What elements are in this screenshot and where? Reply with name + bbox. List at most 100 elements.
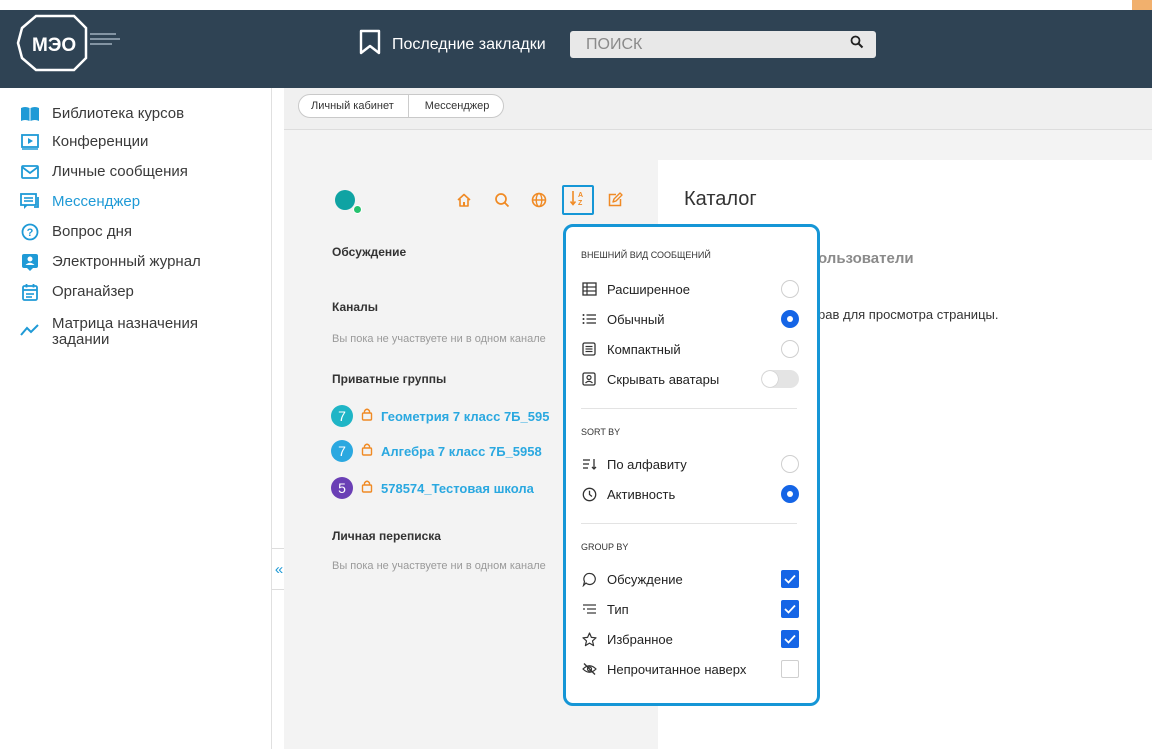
bookmark-icon xyxy=(358,29,382,60)
radio-alphabetical[interactable] xyxy=(781,455,799,473)
view-option-compact[interactable]: Компактный xyxy=(581,338,799,360)
user-portrait-icon xyxy=(581,371,597,387)
sidebar-item-question-of-day[interactable]: ? Вопрос дня xyxy=(20,222,132,242)
list-item[interactable]: 5 578574_Тестовая школа xyxy=(331,477,549,499)
sidebar-item-label: Личные сообщения xyxy=(52,163,188,180)
unread-badge: 5 xyxy=(331,477,353,499)
search-input[interactable] xyxy=(586,35,836,54)
unread-badge: 7 xyxy=(331,440,353,462)
edit-icon[interactable] xyxy=(605,190,625,210)
display-options-popup: ВНЕШНИЙ ВИД СООБЩЕНИЙ Расширенное Обычны… xyxy=(563,224,820,706)
sort-section-heading: SORT BY xyxy=(581,427,621,437)
view-option-normal[interactable]: Обычный xyxy=(581,308,799,330)
option-label: Компактный xyxy=(607,341,681,357)
radio-extended[interactable] xyxy=(781,280,799,298)
sidebar-item-journal[interactable]: Электронный журнал xyxy=(20,252,201,272)
option-label: Непрочитанное наверх xyxy=(607,661,747,677)
option-label: Тип xyxy=(607,601,629,617)
search-icon[interactable] xyxy=(850,35,864,54)
globe-icon[interactable] xyxy=(529,190,549,210)
option-label: По алфавиту xyxy=(607,456,687,472)
envelope-icon xyxy=(20,162,40,182)
video-play-icon xyxy=(20,132,40,152)
bookmarks-link[interactable]: Последние закладки xyxy=(358,29,546,60)
option-label: Активность xyxy=(607,486,676,502)
compact-list-icon xyxy=(581,341,597,357)
channels-heading: Каналы xyxy=(332,300,378,314)
star-icon xyxy=(581,631,597,647)
option-label: Избранное xyxy=(607,631,673,647)
divider xyxy=(581,523,797,524)
channels-empty-text: Вы пока не участвуете ни в одном канале xyxy=(332,333,546,345)
clock-icon xyxy=(581,486,597,502)
svg-text:Z: Z xyxy=(578,200,583,207)
sidebar: Библиотека курсов Конференции Личные соо… xyxy=(0,88,272,749)
breadcrumb-item-cabinet[interactable]: Личный кабинет xyxy=(299,95,409,117)
sidebar-item-organizer[interactable]: Органайзер xyxy=(20,282,134,302)
group-name: Геометрия 7 класс 7Б_5958 xyxy=(381,408,549,424)
radio-compact[interactable] xyxy=(781,340,799,358)
online-status-dot xyxy=(353,205,362,214)
view-option-extended[interactable]: Расширенное xyxy=(581,278,799,300)
corner-accent xyxy=(1132,0,1152,10)
option-label: Обычный xyxy=(607,311,665,327)
sidebar-item-messenger[interactable]: Мессенджер xyxy=(20,192,140,212)
sidebar-item-label: Мессенджер xyxy=(52,193,141,210)
discussion-heading: Обсуждение xyxy=(332,245,407,259)
lock-icon xyxy=(361,407,373,426)
checkbox-type[interactable] xyxy=(781,600,799,618)
search-box[interactable] xyxy=(570,31,876,58)
trend-line-icon xyxy=(20,320,40,340)
option-label: Расширенное xyxy=(607,281,690,297)
indent-list-icon xyxy=(581,601,597,617)
checkbox-favorites[interactable] xyxy=(781,630,799,648)
private-groups-heading: Приватные группы xyxy=(332,372,447,386)
table-icon xyxy=(581,281,597,297)
radio-activity[interactable] xyxy=(781,485,799,503)
checkbox-discussion[interactable] xyxy=(781,570,799,588)
group-option-type[interactable]: Тип xyxy=(581,598,799,620)
search-icon[interactable] xyxy=(492,190,512,210)
radio-normal[interactable] xyxy=(781,310,799,328)
sidebar-item-label: Конференции xyxy=(52,133,149,150)
bookmarks-label: Последние закладки xyxy=(392,35,546,53)
sort-option-activity[interactable]: Активность xyxy=(581,483,799,505)
sidebar-item-label: Органайзер xyxy=(52,283,134,300)
group-name: 578574_Тестовая школа xyxy=(381,480,534,496)
checkbox-unread-top[interactable] xyxy=(781,660,799,678)
chat-icon xyxy=(20,192,40,212)
sort-alpha-icon xyxy=(581,456,597,472)
sidebar-item-label: Матрица назначения задании xyxy=(52,315,198,348)
sidebar-item-course-library[interactable]: Библиотека курсов xyxy=(20,104,184,124)
sidebar-item-messages[interactable]: Личные сообщения xyxy=(20,162,188,182)
personal-chats-heading: Личная переписка xyxy=(332,529,441,543)
group-option-discussion[interactable]: Обсуждение xyxy=(581,568,799,590)
logo-text: МЭО xyxy=(32,35,76,56)
breadcrumb-item-messenger[interactable]: Мессенджер xyxy=(409,95,504,117)
view-section-heading: ВНЕШНИЙ ВИД СООБЩЕНИЙ xyxy=(581,250,711,260)
hide-avatars-toggle[interactable] xyxy=(761,370,799,388)
lock-icon xyxy=(361,479,373,498)
hide-avatars-option[interactable]: Скрывать аватары xyxy=(581,368,799,390)
personal-empty-text: Вы пока не участвуете ни в одном канале xyxy=(332,560,546,572)
sidebar-item-conferences[interactable]: Конференции xyxy=(20,132,148,152)
sort-options-button[interactable]: AZ xyxy=(562,185,594,215)
discussion-bubble-icon xyxy=(581,571,597,587)
svg-text:?: ? xyxy=(27,227,34,239)
list-item[interactable]: 7 Геометрия 7 класс 7Б_5958 xyxy=(331,405,549,427)
sidebar-item-task-matrix[interactable]: Матрица назначения задании xyxy=(20,314,222,348)
question-circle-icon: ? xyxy=(20,222,40,242)
list-item[interactable]: 7 Алгебра 7 класс 7Б_5958 xyxy=(331,440,549,462)
lock-icon xyxy=(361,442,373,461)
catalog-title: Каталог xyxy=(684,188,757,210)
home-icon[interactable] xyxy=(454,190,474,210)
sidebar-item-label: Библиотека курсов xyxy=(52,105,185,122)
logo[interactable]: МЭО xyxy=(16,14,126,72)
group-option-favorites[interactable]: Избранное xyxy=(581,628,799,650)
group-option-unread-top[interactable]: Непрочитанное наверх xyxy=(581,658,799,680)
svg-text:A: A xyxy=(578,192,583,199)
group-name: Алгебра 7 класс 7Б_5958 xyxy=(381,443,542,459)
sort-option-alphabetical[interactable]: По алфавиту xyxy=(581,453,799,475)
option-label: Скрывать аватары xyxy=(607,371,720,387)
avatar[interactable] xyxy=(335,190,355,210)
